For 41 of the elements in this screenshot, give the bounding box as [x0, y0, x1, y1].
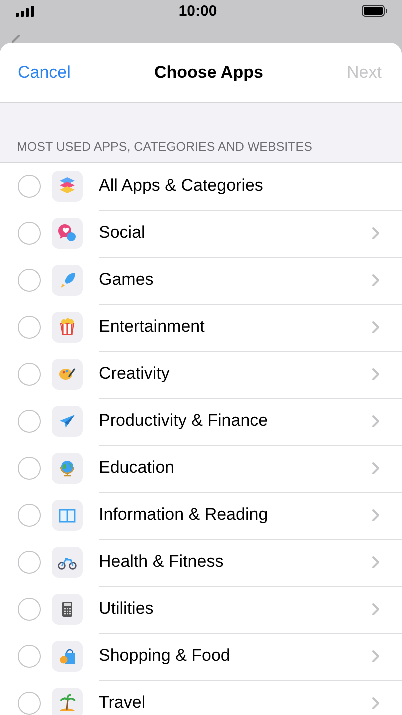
paper-plane-icon [52, 406, 83, 437]
radio-button[interactable] [18, 692, 41, 715]
category-label[interactable]: Information & Reading [99, 505, 268, 525]
radio-button[interactable] [18, 269, 41, 292]
category-label[interactable]: Productivity & Finance [99, 411, 268, 431]
section-header: MOST USED APPS, CATEGORIES AND WEBSITES [17, 140, 312, 154]
sheet-title: Choose Apps [154, 62, 264, 82]
back-chevron-icon [12, 35, 22, 43]
category-label[interactable]: Education [99, 458, 175, 478]
battery-icon [362, 5, 388, 17]
chat-bubbles-icon [52, 218, 83, 249]
category-label[interactable]: Utilities [99, 599, 154, 619]
radio-button[interactable] [18, 410, 41, 433]
palette-icon [52, 359, 83, 390]
radio-button[interactable] [18, 504, 41, 527]
radio-button[interactable] [18, 175, 41, 198]
category-label[interactable]: Social [99, 223, 146, 243]
category-label[interactable]: Entertainment [99, 317, 205, 337]
globe-icon [52, 453, 83, 484]
category-label[interactable]: Creativity [99, 364, 170, 384]
category-label[interactable]: Travel [99, 693, 146, 713]
cancel-button[interactable]: Cancel [18, 62, 71, 82]
radio-button[interactable] [18, 551, 41, 574]
radio-button[interactable] [18, 645, 41, 668]
shopping-bag-icon [52, 641, 83, 672]
category-label[interactable]: Games [99, 270, 154, 290]
radio-button[interactable] [18, 363, 41, 386]
signal-icon [16, 6, 34, 16]
category-label[interactable]: Shopping & Food [99, 646, 230, 666]
palm-tree-icon [52, 688, 83, 715]
radio-button[interactable] [18, 222, 41, 245]
radio-button[interactable] [18, 457, 41, 480]
status-time: 10:00 [178, 2, 218, 20]
radio-button[interactable] [18, 316, 41, 339]
layers-icon [52, 171, 83, 202]
radio-button[interactable] [18, 598, 41, 621]
bicycle-icon [52, 547, 83, 578]
calculator-icon [52, 594, 83, 625]
category-label[interactable]: Health & Fitness [99, 552, 224, 572]
popcorn-icon [52, 312, 83, 343]
category-label[interactable]: All Apps & Categories [99, 176, 264, 196]
